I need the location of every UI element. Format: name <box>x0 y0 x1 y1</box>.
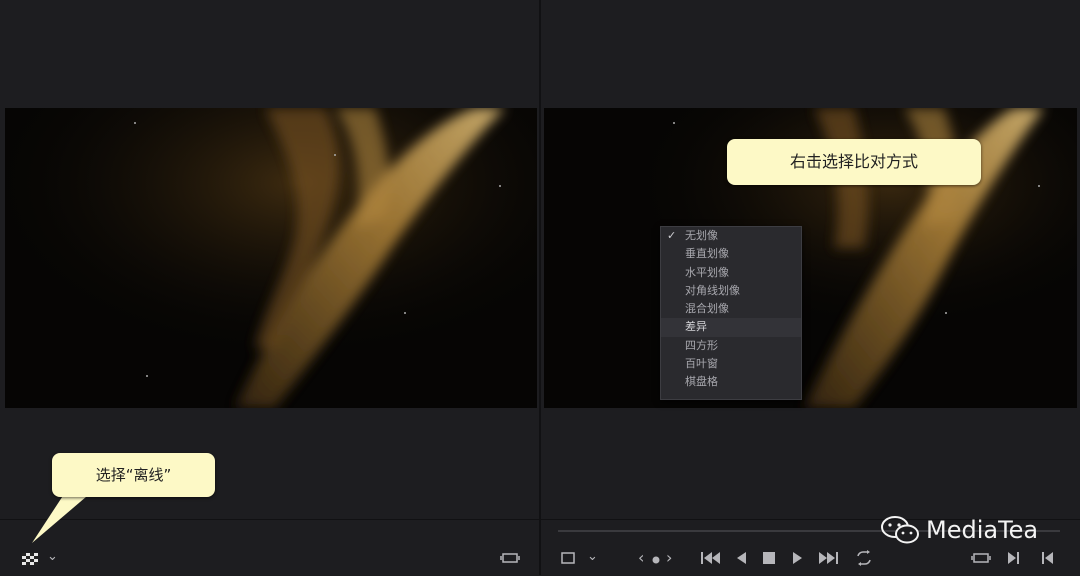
stop-icon[interactable] <box>763 552 775 564</box>
menu-item[interactable]: 对角线划像 <box>661 282 801 300</box>
menu-item-label: 百叶窗 <box>685 357 718 371</box>
prev-marker-icon[interactable]: ‹ <box>638 550 644 566</box>
next-clip-icon[interactable] <box>1008 552 1020 564</box>
menu-item[interactable]: 水平划像 <box>661 264 801 282</box>
smoke-image <box>5 108 537 408</box>
watermark-text: MediaTea <box>926 516 1039 544</box>
menu-item[interactable]: 混合划像 <box>661 300 801 318</box>
menu-item[interactable]: 棋盘格 <box>661 373 801 391</box>
menu-item[interactable]: ✓ 无划像 <box>661 227 801 245</box>
timeline-viewer-panel: ⌄ ‹ › <box>541 0 1080 575</box>
go-to-start-icon[interactable] <box>701 552 721 564</box>
checkmark-icon: ✓ <box>667 229 677 242</box>
offline-checkerboard-icon[interactable] <box>22 553 38 565</box>
menu-item-label: 水平划像 <box>685 265 729 279</box>
menu-item-label: 对角线划像 <box>685 283 740 297</box>
loop-icon[interactable] <box>854 550 874 566</box>
viewer-mode-icon[interactable] <box>560 551 576 565</box>
menu-item[interactable]: 垂直划像 <box>661 245 801 263</box>
menu-item-label: 无划像 <box>685 229 718 242</box>
callout-offline: 选择“离线” <box>52 453 215 497</box>
menu-item[interactable]: 差异 <box>661 318 801 337</box>
marker-dot-icon[interactable] <box>652 556 660 564</box>
menu-item-label: 四方形 <box>685 338 718 352</box>
source-viewer-image[interactable] <box>5 108 537 408</box>
play-icon[interactable] <box>793 552 803 564</box>
menu-item[interactable]: 四方形 <box>661 337 801 355</box>
source-dropdown-chevron-icon[interactable]: ⌄ <box>47 550 58 564</box>
callout-compare-method: 右击选择比对方式 <box>727 139 981 185</box>
go-to-end-icon[interactable] <box>818 552 838 564</box>
source-fit-icon[interactable] <box>500 551 520 565</box>
viewer-mode-chevron-icon[interactable]: ⌄ <box>587 550 598 564</box>
timeline-fit-icon[interactable] <box>971 551 991 565</box>
wipe-mode-context-menu: ✓ 无划像垂直划像水平划像对角线划像混合划像差异四方形百叶窗棋盘格 <box>660 226 802 400</box>
watermark: MediaTea <box>880 512 1038 548</box>
wechat-icon <box>881 516 919 544</box>
menu-item-label: 垂直划像 <box>685 247 729 261</box>
prev-clip-icon[interactable] <box>1041 552 1053 564</box>
play-reverse-icon[interactable] <box>736 552 746 564</box>
menu-item-label: 棋盘格 <box>685 375 718 389</box>
next-marker-icon[interactable]: › <box>666 550 672 566</box>
menu-item-label: 混合划像 <box>685 302 729 316</box>
menu-item-label: 差异 <box>685 320 707 334</box>
menu-item[interactable]: 百叶窗 <box>661 355 801 373</box>
